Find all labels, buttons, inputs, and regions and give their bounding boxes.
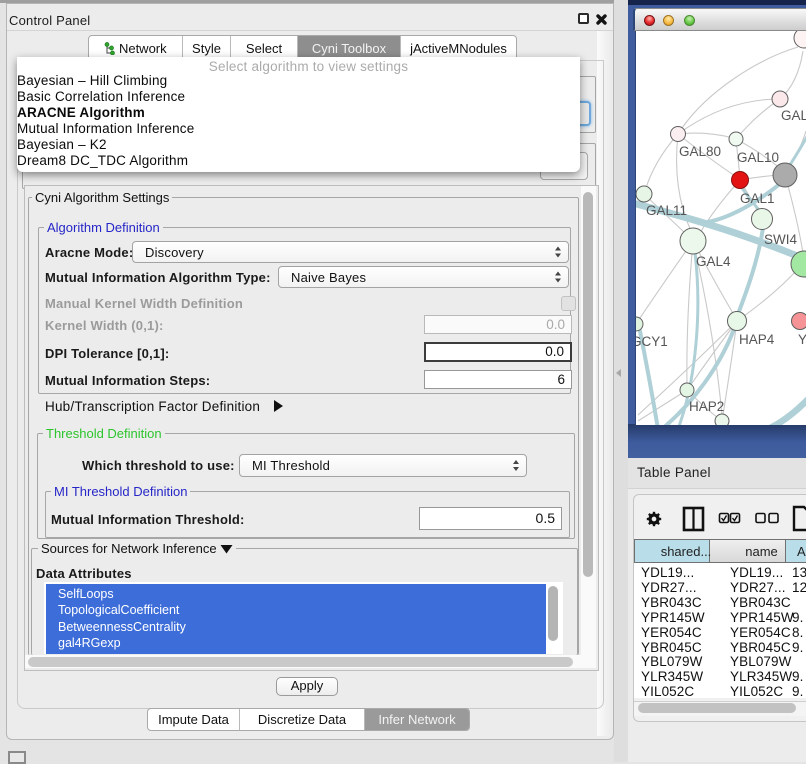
svg-text:GAL1: GAL1: [740, 191, 775, 206]
svg-text:GAL10: GAL10: [737, 150, 779, 165]
svg-text:HAP4: HAP4: [739, 332, 775, 347]
svg-text:SWI4: SWI4: [764, 232, 797, 247]
svg-text:GAL2: GAL2: [781, 108, 806, 123]
svg-text:GAL11: GAL11: [646, 203, 687, 218]
svg-text:GAL4: GAL4: [696, 254, 731, 269]
svg-text:HAP2: HAP2: [689, 399, 724, 414]
svg-text:GCY1: GCY1: [636, 334, 668, 349]
svg-text:Y: Y: [798, 332, 806, 347]
svg-text:GAL80: GAL80: [679, 144, 721, 159]
